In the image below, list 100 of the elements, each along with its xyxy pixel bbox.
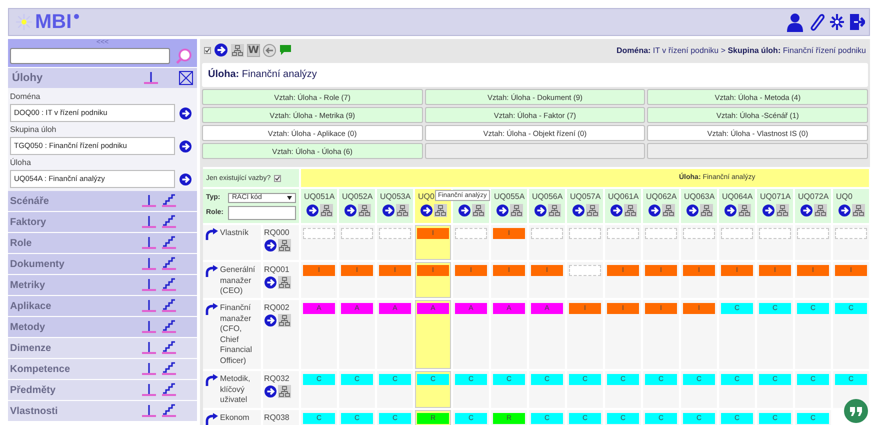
column-header[interactable]: UQ052A xyxy=(339,189,375,223)
t-bar-icon[interactable] xyxy=(141,299,157,313)
arrow-circle-icon[interactable] xyxy=(264,314,277,327)
sidebar-item[interactable]: Vlastnosti xyxy=(8,401,197,421)
t-bar-icon[interactable] xyxy=(141,341,157,355)
stairs-icon[interactable] xyxy=(161,236,177,250)
exit-icon[interactable] xyxy=(849,12,865,32)
curved-arrow-icon[interactable] xyxy=(204,228,218,240)
arrow-circle-icon[interactable] xyxy=(214,43,228,57)
search-icon[interactable] xyxy=(176,48,192,64)
stairs-icon[interactable] xyxy=(161,257,177,271)
hierarchy-icon[interactable] xyxy=(320,204,332,217)
t-bar-icon[interactable] xyxy=(143,71,159,85)
column-header[interactable]: UQ056A xyxy=(529,189,565,223)
hierarchy-icon[interactable] xyxy=(278,314,291,327)
hierarchy-icon[interactable] xyxy=(776,204,788,217)
sidebar-item[interactable]: Kompetence xyxy=(8,359,197,379)
hierarchy-icon[interactable] xyxy=(814,204,826,217)
search-field[interactable] xyxy=(10,48,170,64)
column-header[interactable]: UQ055A xyxy=(491,189,527,223)
hierarchy-icon[interactable] xyxy=(231,44,244,56)
stairs-icon[interactable] xyxy=(161,404,177,418)
hierarchy-icon[interactable] xyxy=(434,204,446,217)
hierarchy-icon[interactable] xyxy=(586,204,598,217)
arrow-circle-icon[interactable] xyxy=(179,140,192,152)
column-header[interactable]: UQ061A xyxy=(605,189,641,223)
t-bar-icon[interactable] xyxy=(141,383,157,397)
hierarchy-icon[interactable] xyxy=(472,204,484,217)
hierarchy-icon[interactable] xyxy=(278,239,291,252)
column-header[interactable]: UQ064A xyxy=(719,189,755,223)
checkbox[interactable] xyxy=(204,46,211,54)
column-header[interactable]: UQ057A xyxy=(567,189,603,223)
arrow-circle-icon[interactable] xyxy=(264,239,277,252)
t-bar-icon[interactable] xyxy=(141,278,157,292)
hierarchy-icon[interactable] xyxy=(278,276,291,289)
arrow-circle-icon[interactable] xyxy=(572,204,584,217)
t-bar-icon[interactable] xyxy=(141,362,157,376)
curved-arrow-icon[interactable] xyxy=(204,374,218,386)
arrow-circle-icon[interactable] xyxy=(496,204,508,217)
arrow-circle-icon[interactable] xyxy=(264,276,277,289)
t-bar-icon[interactable] xyxy=(141,236,157,250)
stairs-icon[interactable] xyxy=(161,278,177,292)
asterisk-icon[interactable] xyxy=(828,12,846,32)
arrow-circle-icon[interactable] xyxy=(686,204,698,217)
checkbox[interactable] xyxy=(274,174,281,182)
arrow-circle-icon[interactable] xyxy=(762,204,774,217)
user-icon[interactable] xyxy=(786,12,804,32)
stairs-icon[interactable] xyxy=(161,362,177,376)
hierarchy-icon[interactable] xyxy=(358,204,370,217)
arrow-circle-icon[interactable] xyxy=(420,204,432,217)
hierarchy-icon[interactable] xyxy=(700,204,712,217)
arrow-circle-icon[interactable] xyxy=(800,204,812,217)
t-bar-icon[interactable] xyxy=(141,404,157,418)
hierarchy-icon[interactable] xyxy=(278,385,291,398)
arrow-circle-icon[interactable] xyxy=(382,204,394,217)
arrow-circle-icon[interactable] xyxy=(179,106,192,120)
column-header[interactable]: UQ072A xyxy=(795,189,831,223)
curved-arrow-icon[interactable] xyxy=(204,413,218,425)
t-bar-icon[interactable] xyxy=(141,320,157,334)
arrow-circle-icon[interactable] xyxy=(610,204,622,217)
hierarchy-icon[interactable] xyxy=(738,204,750,217)
t-bar-icon[interactable] xyxy=(141,194,157,208)
curved-arrow-icon[interactable] xyxy=(204,303,218,315)
curved-arrow-icon[interactable] xyxy=(204,265,218,277)
x-box-icon[interactable] xyxy=(179,71,193,85)
t-bar-icon[interactable] xyxy=(141,215,157,229)
hierarchy-icon[interactable] xyxy=(548,204,560,217)
stairs-icon[interactable] xyxy=(161,341,177,355)
hierarchy-icon[interactable] xyxy=(396,204,408,217)
column-header[interactable]: UQ051A xyxy=(301,189,337,223)
hierarchy-icon[interactable] xyxy=(624,204,636,217)
arrow-circle-icon[interactable] xyxy=(648,204,660,217)
arrow-circle-icon[interactable] xyxy=(458,204,470,217)
column-header[interactable]: UQ063A xyxy=(681,189,717,223)
stairs-icon[interactable] xyxy=(161,215,177,229)
column-header[interactable]: UQ071A xyxy=(757,189,793,223)
sidebar-item[interactable]: Předměty xyxy=(8,380,197,400)
stairs-icon[interactable] xyxy=(161,320,177,334)
hierarchy-icon[interactable] xyxy=(510,204,522,217)
back-arrow-icon[interactable] xyxy=(263,44,276,56)
stairs-icon[interactable] xyxy=(161,194,177,208)
arrow-circle-icon[interactable] xyxy=(344,204,356,217)
hierarchy-icon[interactable] xyxy=(662,204,674,217)
stairs-icon[interactable] xyxy=(161,383,177,397)
arrow-circle-icon[interactable] xyxy=(724,204,736,217)
hierarchy-icon[interactable] xyxy=(852,204,864,217)
speech-bubble-icon[interactable] xyxy=(279,44,292,56)
arrow-circle-icon[interactable] xyxy=(534,204,546,217)
arrow-circle-icon[interactable] xyxy=(179,172,192,186)
arrow-circle-icon[interactable] xyxy=(306,204,318,217)
sidebar-item[interactable]: Dimenze xyxy=(8,338,197,358)
arrow-circle-icon[interactable] xyxy=(838,204,850,217)
t-bar-icon[interactable] xyxy=(141,257,157,271)
column-header[interactable]: UQ062A xyxy=(643,189,679,223)
w-button[interactable]: W xyxy=(247,44,260,56)
arrow-circle-icon[interactable] xyxy=(264,385,277,398)
role-field[interactable] xyxy=(228,206,296,220)
column-header[interactable]: UQ0 xyxy=(833,189,869,223)
column-header[interactable]: UQ053A xyxy=(377,189,413,223)
stairs-icon[interactable] xyxy=(161,299,177,313)
